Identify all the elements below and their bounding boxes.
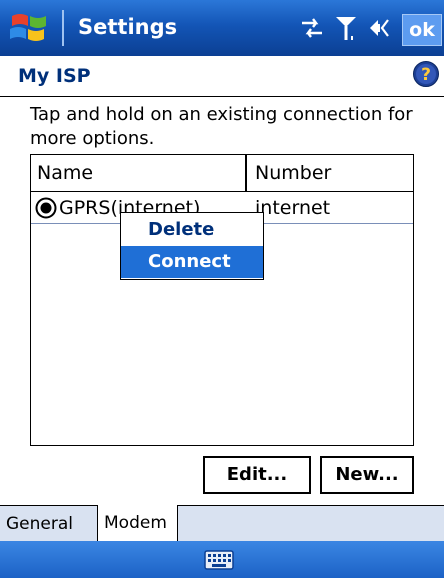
title-separator bbox=[62, 10, 64, 46]
menu-item-delete[interactable]: Delete bbox=[121, 214, 263, 246]
keyboard-icon[interactable] bbox=[204, 550, 234, 570]
tab-strip: General Modem bbox=[0, 505, 444, 542]
edit-button[interactable]: Edit... bbox=[203, 456, 311, 494]
header-divider bbox=[0, 96, 444, 97]
instruction-text: Tap and hold on an existing connection f… bbox=[30, 104, 413, 149]
help-icon[interactable]: ? bbox=[412, 60, 440, 88]
context-menu: Delete Connect bbox=[120, 212, 264, 280]
signal-icon[interactable] bbox=[334, 12, 358, 44]
command-bar bbox=[0, 541, 444, 578]
connections-list[interactable]: Name Number GPRS(internet) internet bbox=[30, 154, 414, 446]
windows-flag-icon bbox=[10, 14, 46, 41]
start-button[interactable] bbox=[0, 0, 62, 56]
ok-button[interactable]: ok bbox=[402, 14, 442, 46]
connectivity-icon[interactable] bbox=[298, 12, 326, 44]
window-title: Settings bbox=[78, 15, 178, 39]
new-button[interactable]: New... bbox=[320, 456, 414, 494]
title-bar: Settings ok bbox=[0, 0, 444, 56]
volume-icon[interactable] bbox=[366, 12, 394, 44]
radio-selected-icon[interactable] bbox=[35, 197, 57, 219]
tab-modem[interactable]: Modem bbox=[98, 505, 178, 542]
tab-general[interactable]: General bbox=[0, 506, 98, 542]
menu-item-connect[interactable]: Connect bbox=[121, 246, 263, 278]
column-header-number[interactable]: Number bbox=[249, 155, 413, 191]
column-header-name[interactable]: Name bbox=[31, 155, 247, 191]
svg-text:?: ? bbox=[421, 65, 431, 85]
page-title: My ISP bbox=[18, 65, 91, 87]
connection-number: internet bbox=[255, 197, 331, 219]
list-header: Name Number bbox=[31, 155, 413, 192]
